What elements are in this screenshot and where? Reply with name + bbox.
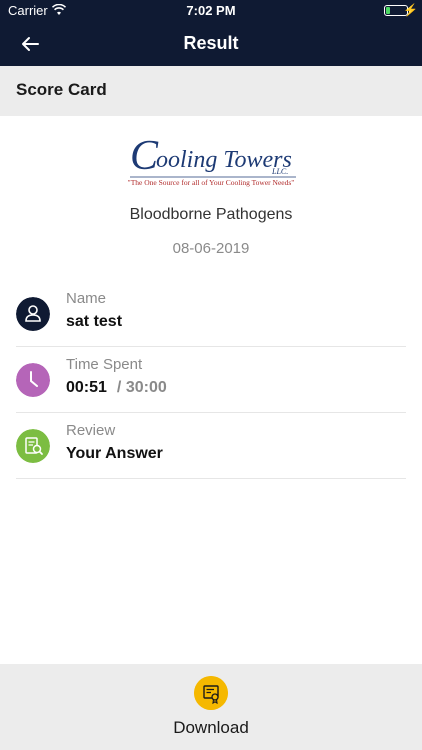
footer-bar: Download: [0, 664, 422, 750]
score-card-header: Score Card: [0, 66, 422, 116]
time-spent-value: 00:51 / 30:00: [66, 379, 167, 397]
time-spent-label: Time Spent: [66, 356, 143, 373]
status-time: 7:02 PM: [186, 3, 236, 18]
clock-icon: [16, 363, 50, 397]
time-spent-amount: 00:51: [66, 379, 107, 396]
course-title: Bloodborne Pathogens: [129, 206, 293, 223]
name-label: Name: [66, 290, 107, 307]
logo-c: C: [130, 137, 159, 179]
status-bar: Carrier 7:02 PM ⚡: [0, 0, 422, 22]
section-title: Score Card: [16, 80, 107, 99]
time-total: / 30:00: [116, 379, 167, 396]
course-date: 08-06-2019: [172, 240, 250, 257]
page-title: Result: [183, 33, 239, 53]
company-logo: C ooling Towers LLC. "The One Source for…: [128, 137, 296, 187]
review-label: Review: [66, 422, 116, 439]
logo-tagline: "The One Source for all of Your Cooling …: [128, 178, 295, 187]
navigation-bar: Result: [0, 22, 422, 66]
review-document-icon: [16, 429, 50, 463]
name-value: sat test: [66, 313, 123, 330]
top-bar: Carrier 7:02 PM ⚡ Result: [0, 0, 422, 66]
name-row: Name sat test: [16, 280, 406, 347]
review-row[interactable]: Review Your Answer: [16, 412, 406, 479]
user-icon: [16, 297, 50, 331]
charging-icon: ⚡: [403, 3, 418, 17]
certificate-download-icon[interactable]: [194, 676, 228, 710]
download-button[interactable]: Download: [0, 718, 422, 738]
review-value[interactable]: Your Answer: [66, 445, 163, 463]
logo-suffix: LLC.: [271, 167, 288, 176]
time-spent-row: Time Spent 00:51 / 30:00: [16, 346, 406, 413]
